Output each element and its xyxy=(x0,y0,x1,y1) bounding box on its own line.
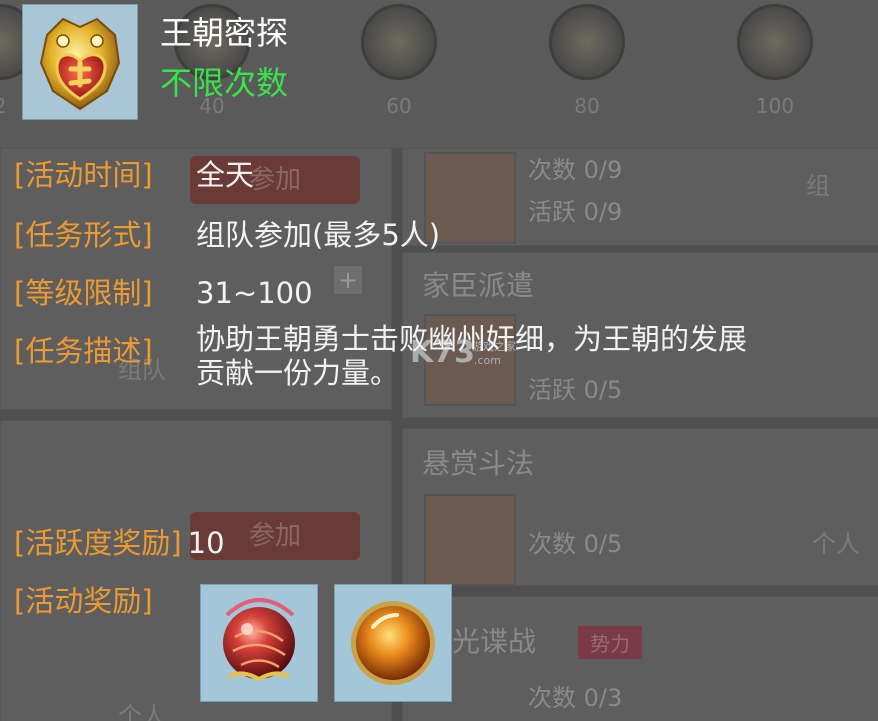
reward-slot[interactable] xyxy=(334,584,452,702)
info-row-time: [活动时间] 全天 xyxy=(14,152,254,194)
info-label: [任务形式] xyxy=(14,218,153,252)
attempt-limit-text: 不限次数 xyxy=(160,64,289,102)
reward-label: [活动奖励] xyxy=(14,584,153,618)
activity-tooltip: 王朝密探 不限次数 [活动时间] 全天 [任务形式] 组队参加(最多5人) [等级限… xyxy=(0,0,878,721)
svg-text:.com: .com xyxy=(474,354,501,367)
watermark-logo: K73 游戏之家 .com xyxy=(410,332,520,376)
activity-reward-label: [活跃度奖励] xyxy=(14,526,182,560)
info-row-format: [任务形式] 组队参加(最多5人) xyxy=(14,212,440,254)
info-value: 组队参加(最多5人) xyxy=(196,218,441,252)
info-value: 31~100 xyxy=(196,276,313,310)
info-label: [任务描述] xyxy=(14,334,153,368)
svg-text:K73: K73 xyxy=(410,335,475,370)
info-row-level: [等级限制] 31~100 xyxy=(14,270,313,312)
info-value: 全天 xyxy=(196,158,255,192)
activity-icon-frame xyxy=(22,4,138,120)
info-row-description: [任务描述] xyxy=(14,328,196,370)
red-swirl-orb-icon xyxy=(223,598,295,682)
golden-beast-badge-icon xyxy=(39,17,121,111)
amber-orb-icon xyxy=(351,601,435,685)
activity-reward-value: 10 xyxy=(187,526,225,560)
activity-reward-row: [活跃度奖励] 10 xyxy=(14,520,225,562)
activity-title: 王朝密探 xyxy=(160,14,289,52)
info-label: [活动时间] xyxy=(14,158,153,192)
svg-text:游戏之家: 游戏之家 xyxy=(472,339,516,353)
info-label: [等级限制] xyxy=(14,276,153,310)
reward-slot[interactable] xyxy=(200,584,318,702)
